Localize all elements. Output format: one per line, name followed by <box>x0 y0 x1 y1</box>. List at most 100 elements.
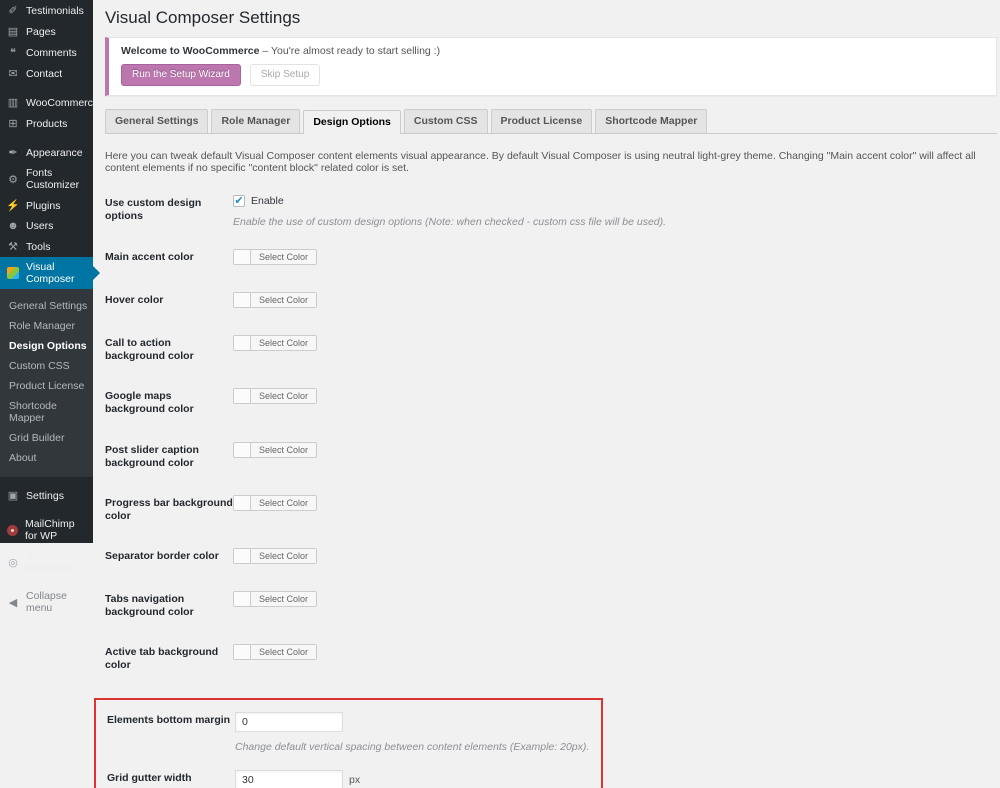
color-swatch <box>234 496 250 510</box>
field-label: Use custom design options <box>105 195 233 223</box>
select-color-button[interactable]: Select Color <box>250 645 316 659</box>
field-label: Elements bottom margin <box>107 712 235 727</box>
skip-setup-button[interactable]: Skip Setup <box>250 64 320 86</box>
submenu-item-grid-builder[interactable]: Grid Builder <box>0 428 93 448</box>
tab-shortcode-mapper[interactable]: Shortcode Mapper <box>595 109 707 133</box>
sidebar-item-label: Appearance <box>26 147 83 159</box>
field-label: Main accent color <box>105 249 233 264</box>
sidebar-item-fonts-customizer[interactable]: ⚙ Fonts Customizer <box>0 163 93 195</box>
color-picker[interactable]: Select Color <box>233 292 317 308</box>
sidebar-item-woocommerce[interactable]: ▥ WooCommerce <box>0 92 93 113</box>
color-picker[interactable]: Select Color <box>233 548 317 564</box>
submenu-item-about[interactable]: About <box>0 448 93 468</box>
color-picker[interactable]: Select Color <box>233 249 317 265</box>
submenu-item-product-license[interactable]: Product License <box>0 376 93 396</box>
field-label: Grid gutter width <box>107 770 235 785</box>
woocommerce-notice-text: Welcome to WooCommerce – You're almost r… <box>121 45 984 57</box>
post-slider-caption-bg-color-row: Post slider caption background color Sel… <box>105 442 997 470</box>
elements-bottom-margin-input[interactable] <box>235 712 343 732</box>
submenu-item-role-manager[interactable]: Role Manager <box>0 316 93 336</box>
sidebar-item-label: MailChimp for WP <box>25 518 89 542</box>
submenu-item-custom-css[interactable]: Custom CSS <box>0 356 93 376</box>
wrench-icon: ⚒ <box>6 240 20 253</box>
grid-gutter-width-input[interactable] <box>235 770 343 788</box>
separator-border-color-row: Separator border color Select Color <box>105 548 997 566</box>
document-icon: ▤ <box>6 25 20 38</box>
field-label: Separator border color <box>105 548 233 563</box>
sidebar-item-pages[interactable]: ▤ Pages <box>0 21 93 42</box>
sidebar-item-appearance[interactable]: ✒ Appearance <box>0 142 93 163</box>
color-picker[interactable]: Select Color <box>233 388 317 404</box>
select-color-button[interactable]: Select Color <box>250 293 316 307</box>
tab-role-manager[interactable]: Role Manager <box>211 109 300 133</box>
sidebar-item-visual-composer[interactable]: Visual Composer <box>0 257 93 289</box>
sidebar-item-label: Products <box>26 118 67 130</box>
select-color-button[interactable]: Select Color <box>250 496 316 510</box>
tabs-navigation-bg-color-row: Tabs navigation background color Select … <box>105 591 997 619</box>
sidebar-item-label: Contact <box>26 68 62 80</box>
sidebar-item-users[interactable]: ☻ Users <box>0 216 93 236</box>
call-to-action-bg-color-row: Call to action background color Select C… <box>105 335 997 363</box>
google-maps-bg-color-row: Google maps background color Select Colo… <box>105 388 997 416</box>
field-label: Active tab background color <box>105 644 233 672</box>
submenu-item-shortcode-mapper[interactable]: Shortcode Mapper <box>0 396 93 428</box>
menu-separator <box>0 506 93 514</box>
tab-custom-css[interactable]: Custom CSS <box>404 109 488 133</box>
px-suffix: px <box>349 774 360 786</box>
sidebar-item-label: Pages <box>26 26 56 38</box>
color-swatch <box>234 250 250 264</box>
user-icon: ☻ <box>6 220 20 232</box>
sidebar-item-comments[interactable]: ❝ Comments <box>0 42 93 63</box>
cart-icon: ⊞ <box>6 117 20 130</box>
pushpin-icon: ✐ <box>6 4 20 17</box>
submenu-item-design-options[interactable]: Design Options <box>0 336 93 356</box>
sidebar-item-label: WooCommerce <box>26 97 99 109</box>
select-color-button[interactable]: Select Color <box>250 592 316 606</box>
woocommerce-notice-title: Welcome to WooCommerce <box>121 45 259 57</box>
sidebar-item-plugins[interactable]: ⚡ Plugins <box>0 195 93 216</box>
color-picker[interactable]: Select Color <box>233 644 317 660</box>
submenu-item-general-settings[interactable]: General Settings <box>0 296 93 316</box>
select-color-button[interactable]: Select Color <box>250 549 316 563</box>
sidebar-item-label: Settings <box>26 490 64 502</box>
elements-bottom-margin-row: Elements bottom margin Change default ve… <box>107 712 601 753</box>
grid-gutter-width-row: Grid gutter width px Change default hori… <box>107 770 601 788</box>
mailchimp-icon <box>7 525 18 536</box>
run-setup-wizard-button[interactable]: Run the Setup Wizard <box>121 64 241 86</box>
field-label: Hover color <box>105 292 233 307</box>
sidebar-item-label: Visual Composer <box>26 261 89 285</box>
envelope-icon: ✉ <box>6 67 20 80</box>
tab-design-options[interactable]: Design Options <box>303 110 401 134</box>
slider-revolution-icon: ◎ <box>6 556 20 569</box>
tab-product-license[interactable]: Product License <box>491 109 593 133</box>
field-note: Change default vertical spacing between … <box>235 741 601 753</box>
sidebar-item-testimonials[interactable]: ✐ Testimonials <box>0 0 93 21</box>
color-picker[interactable]: Select Color <box>233 495 317 511</box>
sidebar-item-slider-revolution[interactable]: ◎ Slider Revolution <box>0 546 93 578</box>
color-picker[interactable]: Select Color <box>233 442 317 458</box>
sidebar-item-settings[interactable]: ▣ Settings <box>0 485 93 506</box>
sidebar-item-label: Fonts Customizer <box>26 167 89 191</box>
sidebar-item-contact[interactable]: ✉ Contact <box>0 63 93 84</box>
active-tab-bg-color-row: Active tab background color Select Color <box>105 644 997 672</box>
color-picker[interactable]: Select Color <box>233 591 317 607</box>
hover-color-row: Hover color Select Color <box>105 292 997 310</box>
menu-separator <box>0 477 93 485</box>
select-color-button[interactable]: Select Color <box>250 336 316 350</box>
enable-checkbox[interactable]: ✔ <box>233 195 245 207</box>
sidebar-item-products[interactable]: ⊞ Products <box>0 113 93 134</box>
select-color-button[interactable]: Select Color <box>250 389 316 403</box>
select-color-button[interactable]: Select Color <box>250 250 316 264</box>
sidebar-item-tools[interactable]: ⚒ Tools <box>0 236 93 257</box>
select-color-button[interactable]: Select Color <box>250 443 316 457</box>
color-picker[interactable]: Select Color <box>233 335 317 351</box>
color-swatch <box>234 293 250 307</box>
sidebar-item-mailchimp[interactable]: MailChimp for WP <box>0 514 93 546</box>
collapse-menu-button[interactable]: ◀ Collapse menu <box>0 586 93 618</box>
progress-bar-bg-color-row: Progress bar background color Select Col… <box>105 495 997 523</box>
field-label: Tabs navigation background color <box>105 591 233 619</box>
tab-general-settings[interactable]: General Settings <box>105 109 208 133</box>
woocommerce-welcome-notice: Welcome to WooCommerce – You're almost r… <box>105 37 997 96</box>
menu-separator <box>0 134 93 142</box>
field-label: Progress bar background color <box>105 495 233 523</box>
